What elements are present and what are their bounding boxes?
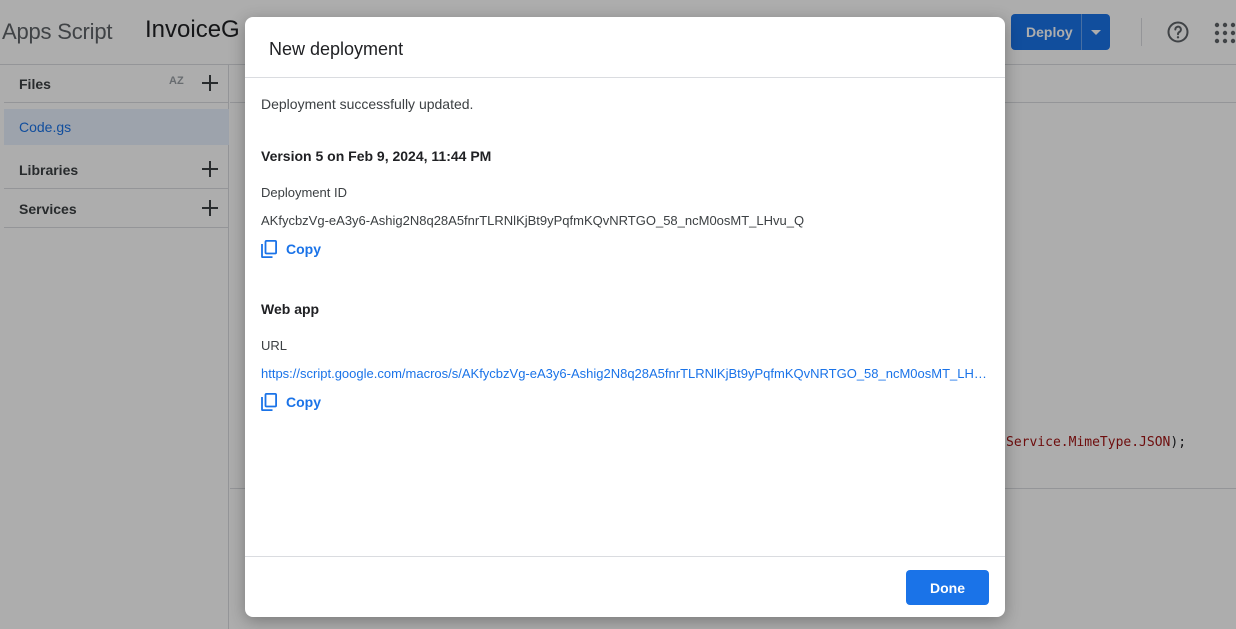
dialog-body: Deployment successfully updated. Version… [245,78,1005,556]
new-deployment-dialog: New deployment Deployment successfully u… [245,17,1005,617]
deployment-id-label: Deployment ID [261,185,347,200]
copy-label: Copy [286,241,321,257]
copy-url-button[interactable]: Copy [261,392,321,412]
done-button[interactable]: Done [906,570,989,605]
copy-icon [261,393,277,411]
url-label: URL [261,338,288,353]
copy-icon [261,240,277,258]
deployment-id-value: AKfycbzVg-eA3y6-Ashig2N8q28A5fnrTLRNlKjB… [261,213,805,228]
status-message: Deployment successfully updated. [261,96,474,112]
web-app-url-link[interactable]: https://script.google.com/macros/s/AKfyc… [261,366,989,381]
dialog-header: New deployment [245,17,1005,78]
copy-deployment-id-button[interactable]: Copy [261,239,321,259]
web-app-title: Web app [261,301,320,317]
copy-label: Copy [286,394,321,410]
dialog-title: New deployment [269,39,404,59]
version-line: Version 5 on Feb 9, 2024, 11:44 PM [261,148,492,164]
dialog-footer: Done [245,556,1005,617]
